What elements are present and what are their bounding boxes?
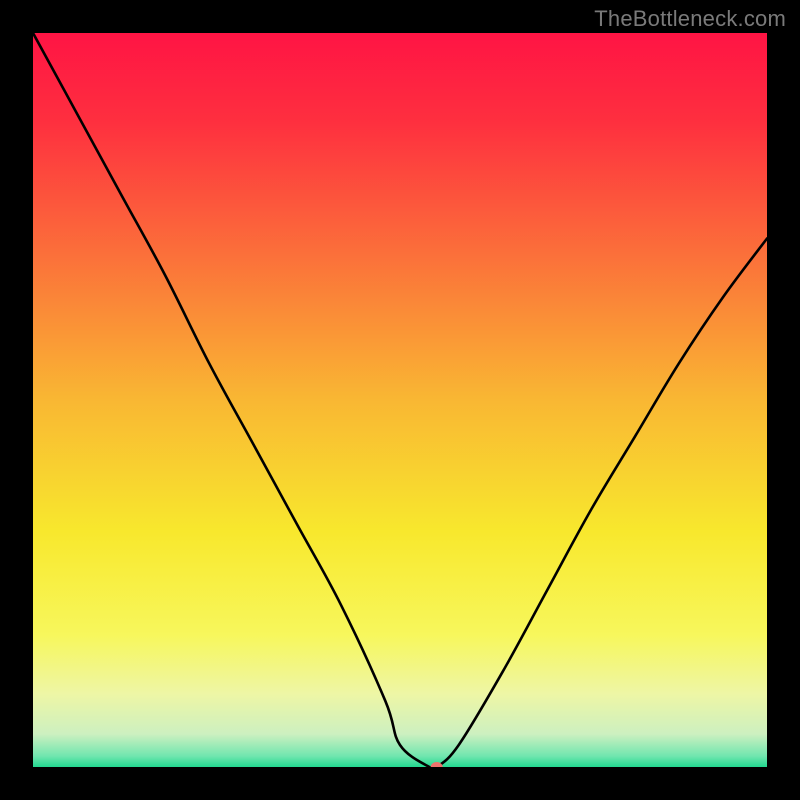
chart-svg — [33, 33, 767, 767]
chart-frame: TheBottleneck.com — [0, 0, 800, 800]
plot-area — [33, 33, 767, 767]
watermark-text: TheBottleneck.com — [594, 6, 786, 32]
